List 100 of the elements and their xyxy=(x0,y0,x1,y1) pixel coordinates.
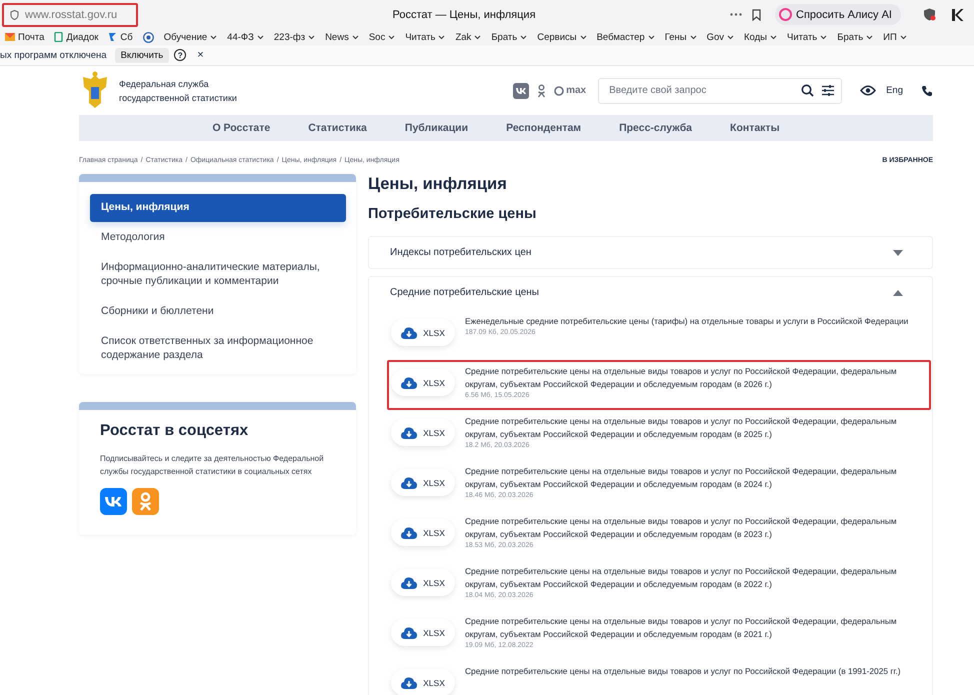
more-icon[interactable] xyxy=(730,13,742,16)
help-icon[interactable]: ? xyxy=(174,49,186,61)
caret-icon xyxy=(900,34,907,40)
chat-bubble-icon xyxy=(554,86,564,96)
language-link[interactable]: Eng xyxy=(886,85,903,96)
bookmark-item[interactable]: Zak xyxy=(452,32,488,42)
bookmark-item[interactable]: ИП xyxy=(880,32,914,42)
assistant-button[interactable]: Спросить Алису AI xyxy=(775,4,901,25)
vk-icon[interactable] xyxy=(100,488,127,515)
bookmark-item[interactable]: Почта xyxy=(2,32,52,42)
download-button[interactable]: XLSX xyxy=(391,519,455,546)
sidebar-item[interactable]: Сборники и бюллетени xyxy=(90,298,346,326)
bookmark-item[interactable]: News xyxy=(322,32,366,42)
caret-icon xyxy=(866,34,874,40)
max-link[interactable]: max xyxy=(554,85,586,96)
card-text: Подписывайтесь и следите за деятельностью Федеральной службы государственной статистики в социальных сетях xyxy=(100,453,325,478)
file-link[interactable]: Средние потребительские цены на отдельные виды товаров и услуг по Российской Федерации (в 1991-2025 гг.) xyxy=(465,665,929,678)
caret-icon xyxy=(388,34,396,40)
file-link[interactable]: Средние потребительские цены на отдельные виды товаров и услуг по Российской Федерации, федеральным округам, субъектам Российской Федерации и обследуемым городам (в 2026 г.) xyxy=(465,365,929,391)
vk-icon[interactable] xyxy=(513,82,530,98)
nav-link[interactable]: Контакты xyxy=(730,122,780,134)
envelope-icon xyxy=(5,33,15,41)
sidebar-item[interactable]: Список ответственных за информационное содержание раздела xyxy=(90,328,346,370)
bookmark-item[interactable]: Брать xyxy=(488,32,534,42)
bookmark-item[interactable]: Читать xyxy=(402,32,452,42)
cloud-download-icon xyxy=(401,526,418,538)
tab-title: Росстат — Цены, инфляция xyxy=(391,8,537,20)
document-icon xyxy=(54,32,64,42)
sidebar-item[interactable]: Информационно-аналитические материалы, срочные публикации и комментарии xyxy=(90,254,346,296)
file-link[interactable]: Средние потребительские цены на отдельные виды товаров и услуг по Российской Федерации, федеральным округам, субъектам Российской Федерации и обследуемым городам (в 2022 г.) xyxy=(465,565,929,591)
search-field[interactable]: Введите свой запрос xyxy=(598,78,842,104)
file-link[interactable]: Средние потребительские цены на отдельные виды товаров и услуг по Российской Федерации, федеральным округам, субъектам Российской Федерации и обследуемым городам (в 2023 г.) xyxy=(465,515,929,541)
download-button[interactable]: XLSX xyxy=(391,569,455,596)
notice-text: ых программ отключена xyxy=(0,50,107,60)
accordion-header[interactable]: Средние потребительские цены xyxy=(369,277,932,308)
bookmark-icon[interactable] xyxy=(752,8,762,20)
organization-name: Федеральная служба государственной статистики xyxy=(119,78,237,104)
bookmark-item[interactable]: Вебмастер xyxy=(594,32,662,42)
caret-icon xyxy=(308,34,316,40)
bookmark-item[interactable]: Сервисы xyxy=(534,32,594,42)
shield-icon xyxy=(10,10,19,20)
address-bar[interactable]: www.rosstat.gov.ru xyxy=(2,2,138,26)
caret-icon xyxy=(648,34,655,40)
cloud-download-icon xyxy=(401,576,418,588)
cloud-download-icon xyxy=(401,626,418,638)
page-title: Цены, инфляция xyxy=(368,174,508,194)
close-icon[interactable]: × xyxy=(197,49,204,61)
sidebar-item[interactable]: Цены, инфляция xyxy=(90,194,346,222)
caret-icon xyxy=(210,34,218,40)
download-button[interactable]: XLSX xyxy=(391,669,455,695)
bookmark-item[interactable]: Сб xyxy=(105,32,140,42)
caret-icon xyxy=(580,34,587,40)
caret-icon xyxy=(690,34,697,40)
bookmark-item[interactable]: Диадок xyxy=(51,32,106,42)
bookmark-item[interactable]: Брать xyxy=(834,32,880,42)
bookmark-item[interactable]: Обучение xyxy=(160,32,224,42)
nav-link[interactable]: Респондентам xyxy=(506,122,582,134)
cloud-download-icon xyxy=(401,476,418,488)
sidebar-item[interactable]: Методология xyxy=(90,224,346,252)
caret-icon xyxy=(520,34,528,40)
bookmark-item[interactable]: Gov xyxy=(704,32,742,42)
shield-icon[interactable] xyxy=(923,8,936,21)
cloud-download-icon xyxy=(401,326,418,338)
file-link[interactable]: Средние потребительские цены на отдельные виды товаров и услуг по Российской Федерации, федеральным округам, субъектам Российской Федерации и обследуемым городам (в 2025 г.) xyxy=(465,415,929,441)
phone-icon[interactable] xyxy=(921,84,933,96)
file-link[interactable]: Средние потребительские цены на отдельные виды товаров и услуг по Российской Федерации, федеральным округам, субъектам Российской Федерации и обследуемым городам (в 2024 г.) xyxy=(465,465,929,491)
caret-icon xyxy=(256,34,264,40)
download-button[interactable]: XLSX xyxy=(391,619,455,646)
download-button[interactable]: XLSX xyxy=(391,319,455,346)
file-link[interactable]: Средние потребительские цены на отдельные виды товаров и услуг по Российской Федерации, федеральным округам, субъектам Российской Федерации и обследуемым городам (в 2021 г.) xyxy=(465,615,929,641)
nav-link[interactable]: О Росстате xyxy=(212,122,270,134)
caret-icon xyxy=(352,34,359,40)
bookmark-item[interactable]: Коды xyxy=(741,32,784,42)
bookmark-item[interactable]: 223-фз xyxy=(270,32,322,42)
bookmark-item[interactable]: 44-ФЗ xyxy=(224,32,271,42)
filter-icon[interactable] xyxy=(821,84,836,96)
nav-link[interactable]: Статистика xyxy=(308,122,367,134)
download-button[interactable]: XLSX xyxy=(391,419,455,446)
caret-icon xyxy=(474,34,482,40)
bookmark-item[interactable]: Гены xyxy=(662,32,704,42)
k-logo-icon[interactable] xyxy=(950,8,964,22)
caret-icon xyxy=(438,34,446,40)
bookmark-item[interactable]: Soc xyxy=(366,32,402,42)
file-link[interactable]: Еженедельные средние потребительские цены (тарифы) на отдельные товары и услуги в Российской Федерации xyxy=(465,315,929,328)
target-icon xyxy=(142,32,154,42)
caret-icon[interactable] xyxy=(893,250,903,256)
bird-icon xyxy=(108,32,118,42)
nav-link[interactable]: Пресс-служба xyxy=(619,122,692,134)
accordion-header[interactable]: Индексы потребительских цен xyxy=(369,237,932,268)
caret-icon xyxy=(820,34,828,40)
bookmark-item[interactable]: Читать xyxy=(784,32,834,42)
cloud-download-icon xyxy=(401,426,418,438)
nav-link[interactable]: Публикации xyxy=(404,122,468,134)
ok-icon[interactable] xyxy=(537,84,546,98)
caret-icon[interactable] xyxy=(893,290,903,296)
eye-icon[interactable] xyxy=(860,85,876,96)
search-icon[interactable] xyxy=(801,84,814,96)
download-button[interactable]: XLSX xyxy=(391,369,455,396)
enable-button[interactable]: Включить xyxy=(114,48,170,62)
download-button[interactable]: XLSX xyxy=(391,469,455,496)
